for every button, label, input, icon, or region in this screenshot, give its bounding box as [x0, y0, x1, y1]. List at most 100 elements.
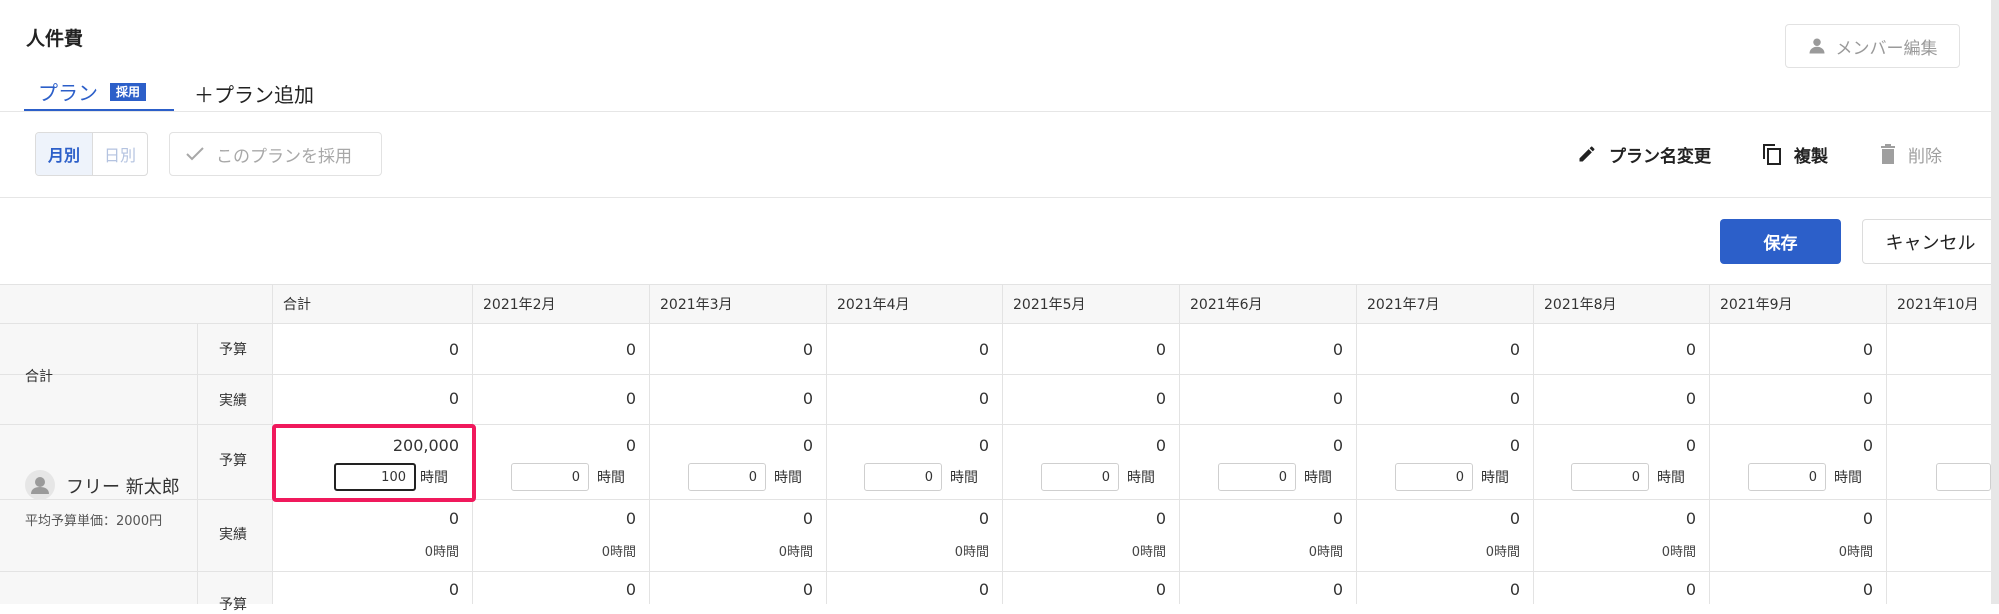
adopt-plan-button[interactable]: このプランを採用 [169, 132, 382, 176]
column-header: 2021年2月 [472, 284, 649, 324]
column-header: 2021年10月 [1886, 284, 1999, 324]
grid-line [1886, 284, 1887, 604]
member-edit-button[interactable]: メンバー編集 [1785, 24, 1960, 68]
member-name: フリー 新太郎 [66, 477, 180, 498]
cell-value: 0 [1862, 340, 1873, 359]
column-header: 2021年6月 [1179, 284, 1356, 324]
cell-value: 0 [1155, 436, 1166, 455]
grid-line [197, 324, 198, 604]
monthly-toggle[interactable]: 月別 [36, 133, 93, 175]
hour-input[interactable]: 0 [1218, 463, 1296, 491]
cell-value: 0 [1155, 509, 1166, 528]
column-header: 2021年3月 [649, 284, 826, 324]
cell-value: 0 [1509, 389, 1520, 408]
cell-value: 0 [1685, 389, 1696, 408]
daily-toggle[interactable]: 日別 [93, 133, 147, 175]
cell-value: 0 [1862, 509, 1873, 528]
cell-value: 0 [1332, 509, 1343, 528]
actual-hours: 0時間 [1838, 545, 1873, 560]
person-icon [1809, 38, 1824, 54]
add-plan-tab[interactable]: ＋プラン追加 [194, 74, 314, 112]
hour-input[interactable] [1936, 463, 1991, 491]
cell-value: 0 [978, 436, 989, 455]
column-header: 合計 [272, 284, 472, 324]
divider [0, 111, 1999, 112]
cell-value: 0 [978, 389, 989, 408]
hour-input[interactable]: 0 [1041, 463, 1119, 491]
duplicate-button[interactable]: 複製 [1762, 132, 1828, 176]
actual-hours: 0時間 [1661, 545, 1696, 560]
cell-value: 0 [978, 509, 989, 528]
budget-label: 予算 [219, 342, 247, 358]
actual-label: 実績 [219, 393, 247, 409]
cell-value: 0 [1685, 436, 1696, 455]
cell-value: 0 [1332, 436, 1343, 455]
grid-line [826, 284, 827, 604]
cell-value: 0 [1155, 340, 1166, 359]
hour-unit: 時間 [1481, 470, 1509, 486]
cell-value: 0 [802, 580, 813, 599]
column-header: 2021年4月 [826, 284, 1003, 324]
total-row-label: 合計 [25, 369, 53, 385]
cell-value: 0 [1332, 340, 1343, 359]
hour-input[interactable]: 0 [1748, 463, 1826, 491]
cell-value: 0 [448, 340, 459, 359]
check-icon [186, 147, 204, 161]
column-header: 2021年5月 [1002, 284, 1179, 324]
cell-value: 0 [802, 340, 813, 359]
scrollbar[interactable] [1991, 0, 1999, 604]
save-button[interactable]: 保存 [1720, 219, 1841, 264]
cell-value: 0 [1862, 436, 1873, 455]
avg-rate: 平均予算単価：2000円 [25, 514, 163, 529]
actual-hours: 0時間 [1308, 545, 1343, 560]
actual-hours: 0時間 [424, 545, 459, 560]
hour-unit: 時間 [774, 470, 802, 486]
hour-input[interactable]: 0 [1571, 463, 1649, 491]
actual-hours: 0時間 [778, 545, 813, 560]
column-header: 2021年8月 [1533, 284, 1710, 324]
cancel-button[interactable]: キャンセル [1862, 219, 1999, 264]
grid-line [1709, 284, 1710, 604]
hour-unit: 時間 [1127, 470, 1155, 486]
cell-value: 0 [1685, 509, 1696, 528]
grid-line [1179, 284, 1180, 604]
grid-line [649, 284, 650, 604]
delete-button[interactable]: 削除 [1880, 132, 1942, 176]
rename-plan-button[interactable]: プラン名変更 [1577, 132, 1711, 176]
hour-unit: 時間 [1834, 470, 1862, 486]
hour-input[interactable]: 0 [1395, 463, 1473, 491]
hour-input[interactable]: 0 [688, 463, 766, 491]
hour-input[interactable]: 0 [864, 463, 942, 491]
cell-value: 0 [448, 580, 459, 599]
cell-value: 0 [1332, 389, 1343, 408]
cell-value: 0 [802, 389, 813, 408]
cell-value: 0 [1509, 580, 1520, 599]
cell-value: 0 [978, 580, 989, 599]
avatar [25, 470, 55, 500]
column-header: 2021年7月 [1356, 284, 1533, 324]
hour-unit: 時間 [1304, 470, 1332, 486]
rename-plan-label: プラン名変更 [1609, 146, 1711, 167]
cell-value: 0 [625, 580, 636, 599]
cell-value: 0 [625, 436, 636, 455]
tab-plan[interactable]: プラン 採用 [24, 74, 174, 112]
cell-value: 0 [1155, 389, 1166, 408]
budget-label: 予算 [219, 453, 247, 469]
cell-value: 0 [1685, 340, 1696, 359]
adopted-badge: 採用 [110, 82, 147, 101]
page-title: 人件費 [26, 28, 84, 50]
actual-hours: 0時間 [1131, 545, 1166, 560]
copy-icon [1763, 144, 1781, 165]
hour-unit: 時間 [597, 470, 625, 486]
cell-value: 0 [1685, 580, 1696, 599]
cell-value: 0 [448, 389, 459, 408]
trash-icon [1881, 144, 1895, 164]
member-edit-label: メンバー編集 [1835, 38, 1938, 59]
cell-value: 0 [1509, 509, 1520, 528]
cell-value: 0 [1332, 580, 1343, 599]
grid-line [1533, 284, 1534, 604]
divider [0, 197, 1999, 198]
cell-value: 0 [625, 340, 636, 359]
hour-input[interactable]: 0 [511, 463, 589, 491]
cell-value: 0 [802, 436, 813, 455]
